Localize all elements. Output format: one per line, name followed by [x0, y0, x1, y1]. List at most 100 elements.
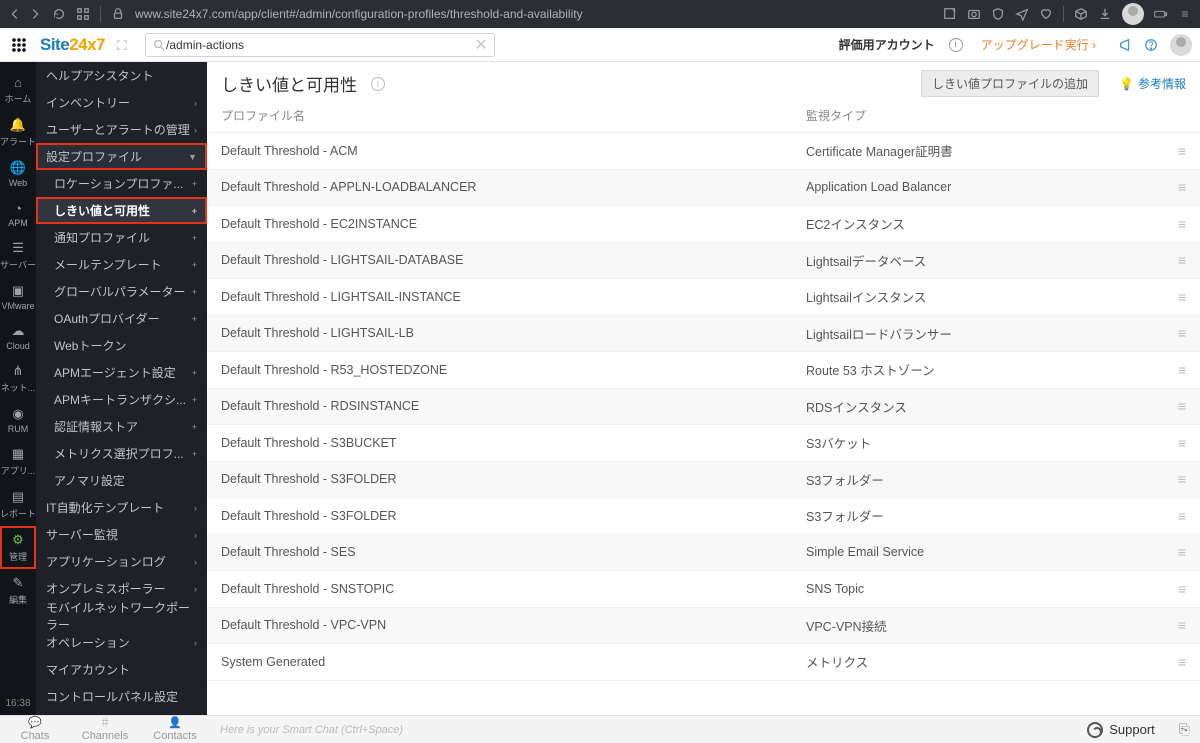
sidebar-item-2[interactable]: ユーザーとアラートの管理› — [36, 116, 207, 143]
row-menu-icon[interactable]: ≡ — [1178, 471, 1186, 487]
row-menu-icon[interactable]: ≡ — [1178, 581, 1186, 597]
clear-icon[interactable]: ✕ — [474, 38, 488, 52]
sidebar-item-13[interactable]: 認証情報ストア+ — [36, 413, 207, 440]
sidebar-item-23[interactable]: コントロールパネル設定 — [36, 683, 207, 710]
row-menu-icon[interactable]: ≡ — [1178, 289, 1186, 305]
channels-tab[interactable]: ＃Channels — [70, 718, 140, 742]
rail-item-5[interactable]: ▣VMware — [0, 277, 36, 317]
rail-item-0[interactable]: ⌂ホーム — [0, 68, 36, 111]
table-row[interactable]: Default Threshold - S3BUCKETS3バケット≡ — [207, 425, 1200, 462]
chats-tab[interactable]: 💬Chats — [0, 718, 70, 742]
sidebar-item-10[interactable]: Webトークン — [36, 332, 207, 359]
sidebar-item-12[interactable]: APMキートランザクシ...+ — [36, 386, 207, 413]
sidebar-item-17[interactable]: サーバー監視› — [36, 521, 207, 548]
rail-item-10[interactable]: ▤レポート — [0, 483, 36, 526]
table-row[interactable]: Default Threshold - VPC-VPNVPC-VPN接続≡ — [207, 608, 1200, 645]
rail-item-1[interactable]: 🔔アラート — [0, 111, 36, 154]
col-profile-name[interactable]: プロファイル名 — [221, 107, 806, 124]
support-button[interactable]: Support — [1073, 722, 1169, 738]
user-avatar[interactable] — [1170, 34, 1192, 56]
more-icon[interactable]: ≡ — [1178, 7, 1192, 21]
sidebar-item-16[interactable]: IT自動化テンプレート› — [36, 494, 207, 521]
rail-item-11[interactable]: ⚙管理 — [0, 526, 36, 569]
sidebar-item-18[interactable]: アプリケーションログ› — [36, 548, 207, 575]
table-row[interactable]: Default Threshold - S3FOLDERS3フォルダー≡ — [207, 462, 1200, 499]
expand-icon[interactable] — [115, 38, 129, 52]
info-icon[interactable]: i — [949, 38, 963, 52]
heart-icon[interactable] — [1039, 7, 1053, 21]
apps-grid-icon[interactable] — [76, 7, 90, 21]
add-profile-button[interactable]: しきい値プロファイルの追加 — [921, 70, 1099, 97]
table-row[interactable]: System Generatedメトリクス≡ — [207, 644, 1200, 681]
table-row[interactable]: Default Threshold - RDSINSTANCERDSインスタンス… — [207, 389, 1200, 426]
announce-icon[interactable] — [1118, 38, 1132, 52]
row-menu-icon[interactable]: ≡ — [1178, 508, 1186, 524]
search-input[interactable] — [166, 38, 474, 52]
sidebar-item-6[interactable]: 通知プロファイル+ — [36, 224, 207, 251]
apps-launcher-icon[interactable] — [8, 34, 30, 56]
table-row[interactable]: Default Threshold - LIGHTSAIL-DATABASELi… — [207, 243, 1200, 280]
popout-icon[interactable]: ⎘ — [1169, 721, 1200, 738]
rail-item-4[interactable]: ☰サーバー — [0, 234, 36, 277]
sidebar-item-20[interactable]: モバイルネットワークポーラー — [36, 602, 207, 629]
reload-icon[interactable] — [52, 7, 66, 21]
forward-icon[interactable] — [28, 7, 42, 21]
url-bar[interactable]: www.site24x7.com/app/client#/admin/confi… — [135, 7, 933, 21]
table-row[interactable]: Default Threshold - APPLN-LOADBALANCERAp… — [207, 170, 1200, 207]
row-menu-icon[interactable]: ≡ — [1178, 398, 1186, 414]
rail-item-2[interactable]: 🌐Web — [0, 154, 36, 194]
row-menu-icon[interactable]: ≡ — [1178, 143, 1186, 159]
row-menu-icon[interactable]: ≡ — [1178, 325, 1186, 341]
sidebar-item-8[interactable]: グローバルパラメーター+ — [36, 278, 207, 305]
upgrade-link[interactable]: アップグレード実行 › — [981, 36, 1096, 53]
download-icon[interactable] — [1098, 7, 1112, 21]
sidebar-item-5[interactable]: しきい値と可用性+ — [36, 197, 207, 224]
row-menu-icon[interactable]: ≡ — [1178, 654, 1186, 670]
table-row[interactable]: Default Threshold - SESSimple Email Serv… — [207, 535, 1200, 572]
table-row[interactable]: Default Threshold - ACMCertificate Manag… — [207, 133, 1200, 170]
camera-icon[interactable] — [967, 7, 981, 21]
row-menu-icon[interactable]: ≡ — [1178, 179, 1186, 195]
info-icon[interactable]: i — [371, 77, 385, 91]
sidebar-item-24[interactable]: サブスクリプション — [36, 710, 207, 715]
logo[interactable]: Site24x7 — [40, 35, 105, 55]
table-row[interactable]: Default Threshold - R53_HOSTEDZONERoute … — [207, 352, 1200, 389]
cube-icon[interactable] — [1074, 7, 1088, 21]
table-row[interactable]: Default Threshold - LIGHTSAIL-LBLightsai… — [207, 316, 1200, 353]
sidebar-item-9[interactable]: OAuthプロバイダー+ — [36, 305, 207, 332]
sidebar-item-21[interactable]: オペレーション› — [36, 629, 207, 656]
back-icon[interactable] — [8, 7, 22, 21]
row-menu-icon[interactable]: ≡ — [1178, 362, 1186, 378]
sidebar-item-3[interactable]: 設定プロファイル▼ — [36, 143, 207, 170]
edit-icon[interactable] — [943, 7, 957, 21]
send-icon[interactable] — [1015, 7, 1029, 21]
help-icon[interactable] — [1144, 38, 1158, 52]
rail-item-8[interactable]: ◉RUM — [0, 400, 36, 440]
sidebar-item-14[interactable]: メトリクス選択プロフ...+ — [36, 440, 207, 467]
rail-item-12[interactable]: ✎編集 — [0, 569, 36, 612]
rail-item-6[interactable]: ☁Cloud — [0, 317, 36, 357]
sidebar-item-1[interactable]: インベントリー› — [36, 89, 207, 116]
smart-chat-hint[interactable]: Here is your Smart Chat (Ctrl+Space) — [210, 724, 1073, 736]
table-row[interactable]: Default Threshold - EC2INSTANCEEC2インスタンス… — [207, 206, 1200, 243]
rail-item-7[interactable]: ⋔ネット... — [0, 357, 36, 400]
shield-icon[interactable] — [991, 7, 1005, 21]
row-menu-icon[interactable]: ≡ — [1178, 216, 1186, 232]
sidebar-item-22[interactable]: マイアカウント — [36, 656, 207, 683]
sidebar-item-15[interactable]: アノマリ設定 — [36, 467, 207, 494]
table-row[interactable]: Default Threshold - LIGHTSAIL-INSTANCELi… — [207, 279, 1200, 316]
sidebar-item-11[interactable]: APMエージェント設定+ — [36, 359, 207, 386]
sidebar-item-0[interactable]: ヘルプアシスタント — [36, 62, 207, 89]
table-row[interactable]: Default Threshold - S3FOLDERS3フォルダー≡ — [207, 498, 1200, 535]
row-menu-icon[interactable]: ≡ — [1178, 435, 1186, 451]
contacts-tab[interactable]: 👤Contacts — [140, 718, 210, 742]
battery-icon[interactable] — [1154, 7, 1168, 21]
row-menu-icon[interactable]: ≡ — [1178, 544, 1186, 560]
row-menu-icon[interactable]: ≡ — [1178, 617, 1186, 633]
table-row[interactable]: Default Threshold - SNSTOPICSNS Topic≡ — [207, 571, 1200, 608]
search-input-wrap[interactable]: ✕ — [145, 33, 495, 57]
col-monitor-type[interactable]: 監視タイプ — [806, 107, 1156, 124]
sidebar-item-4[interactable]: ロケーションプロファ...+ — [36, 170, 207, 197]
rail-item-9[interactable]: ▦アプリ... — [0, 440, 36, 483]
avatar[interactable] — [1122, 3, 1144, 25]
